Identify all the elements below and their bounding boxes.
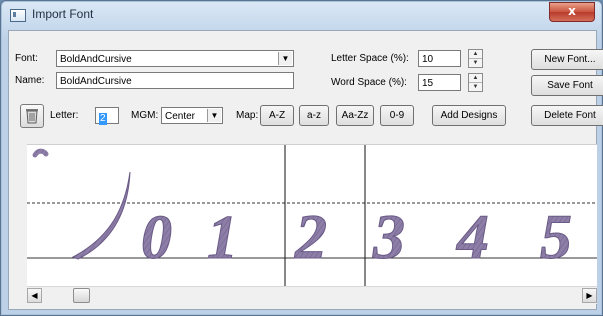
mgm-label: MGM: (131, 110, 159, 121)
map-label: Map: (236, 110, 259, 121)
arrow-up-icon[interactable]: ▲ (469, 50, 482, 58)
letter-input[interactable]: 2 (95, 107, 119, 125)
map-az-lower-button[interactable]: a-z (299, 105, 329, 126)
map-aazz-button[interactable]: Aa-Zz (336, 105, 374, 126)
scroll-thumb[interactable] (73, 288, 90, 303)
arrow-up-icon[interactable]: ▲ (469, 74, 482, 82)
word-space-spinner[interactable]: ▲ ▼ (468, 73, 483, 92)
mgm-dropdown[interactable]: Center ▼ (161, 107, 223, 124)
close-button[interactable]: x (549, 2, 595, 22)
window-title: Import Font (32, 7, 94, 21)
trash-icon (26, 109, 38, 124)
letter-input-value: 2 (99, 113, 107, 125)
title-bar[interactable]: Import Font x (1, 1, 602, 30)
save-font-button[interactable]: Save Font (531, 75, 603, 96)
chevron-down-icon[interactable]: ▼ (207, 109, 221, 122)
arrow-right-icon[interactable]: ▶ (582, 288, 597, 303)
glyph-5: 5 (540, 201, 572, 272)
word-space-label: Word Space (%): (331, 77, 407, 88)
add-designs-button[interactable]: Add Designs (432, 105, 506, 126)
glyph-1: 1 (207, 204, 238, 272)
name-label: Name: (15, 75, 45, 86)
word-space-input[interactable]: 15 (418, 74, 461, 91)
glyph-partial-stroke (32, 148, 49, 158)
glyph-2: 2 (294, 201, 327, 272)
map-09-button[interactable]: 0-9 (380, 105, 414, 126)
map-az-upper-button[interactable]: A-Z (260, 105, 294, 126)
font-dropdown[interactable]: BoldAndCursive ▼ (56, 50, 294, 67)
import-font-window: Import Font x Font: BoldAndCursive ▼ Let… (0, 0, 603, 316)
arrow-down-icon[interactable]: ▼ (469, 58, 482, 67)
glyph-0: 0 (141, 204, 172, 272)
glyph-parenthesis (71, 171, 131, 260)
letter-space-label: Letter Space (%): (331, 53, 409, 64)
delete-font-button[interactable]: Delete Font (531, 105, 603, 126)
letter-label: Letter: (50, 110, 79, 121)
font-dropdown-value: BoldAndCursive (60, 54, 132, 65)
horizontal-scrollbar[interactable]: ◀ ▶ (27, 286, 597, 304)
arrow-down-icon[interactable]: ▼ (469, 82, 482, 91)
font-preview-canvas[interactable]: 0 1 2 3 4 5 (27, 144, 597, 287)
letter-space-spinner[interactable]: ▲ ▼ (468, 49, 483, 68)
font-preview-drawing: 0 1 2 3 4 5 (27, 145, 597, 287)
letter-space-input[interactable]: 10 (418, 50, 461, 67)
glyph-3: 3 (372, 201, 405, 272)
delete-letter-button[interactable] (20, 104, 44, 128)
name-input[interactable]: BoldAndCursive (56, 72, 294, 89)
window-app-icon (10, 9, 26, 22)
arrow-left-icon[interactable]: ◀ (27, 288, 42, 303)
glyph-4: 4 (456, 201, 489, 272)
chevron-down-icon[interactable]: ▼ (278, 52, 292, 65)
new-font-button[interactable]: New Font... (531, 49, 603, 70)
font-label: Font: (15, 53, 38, 64)
dialog-client-area: Font: BoldAndCursive ▼ Letter Space (%):… (8, 30, 603, 310)
mgm-dropdown-value: Center (165, 111, 196, 122)
